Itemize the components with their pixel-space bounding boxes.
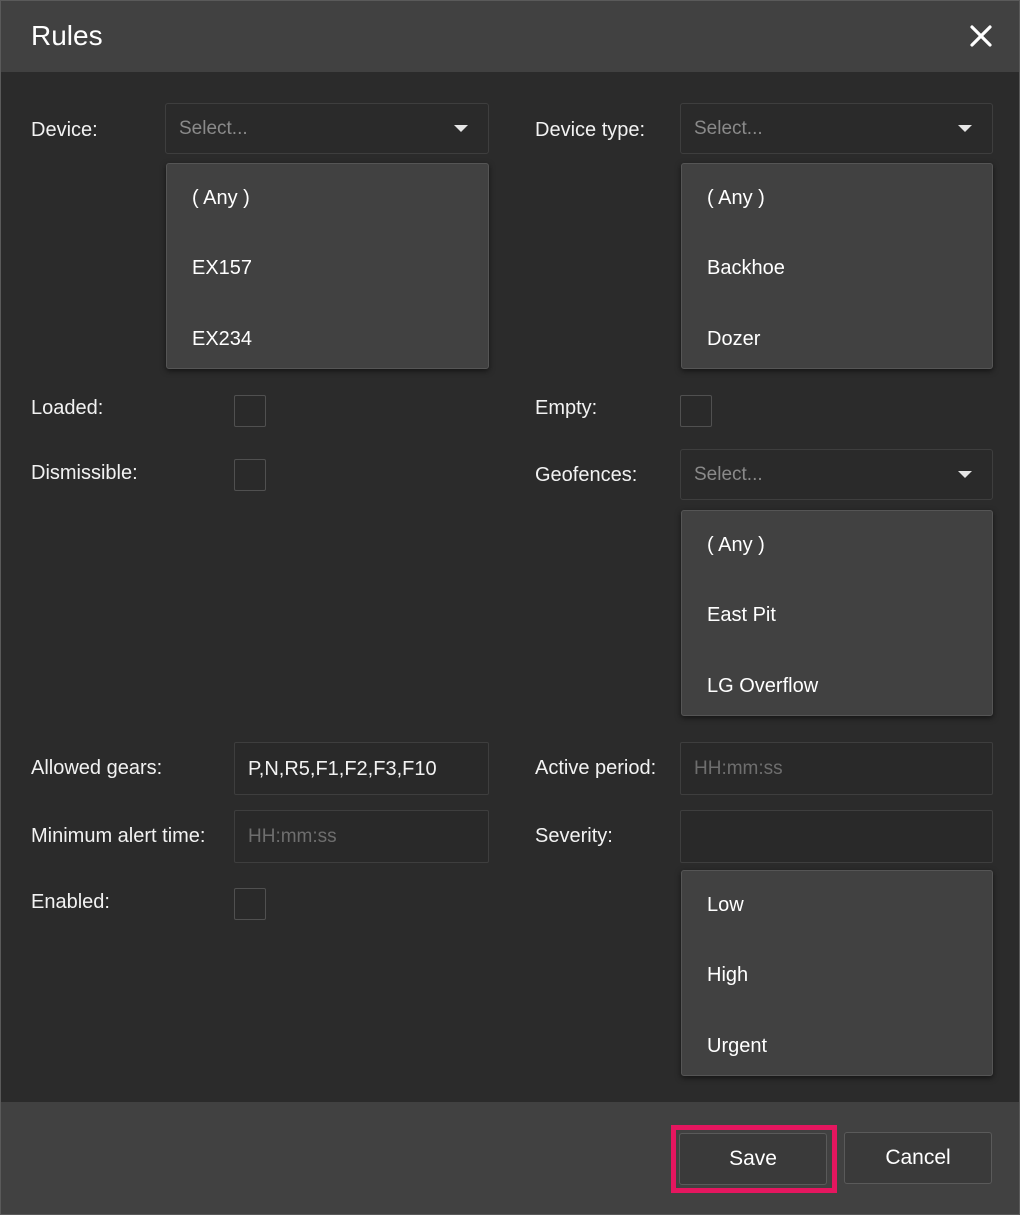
device-type-select[interactable]: Select...: [680, 103, 993, 154]
active-period-input[interactable]: HH:mm:ss: [680, 742, 993, 795]
severity-option-urgent[interactable]: Urgent: [682, 1012, 992, 1082]
device-select[interactable]: Select...: [165, 103, 489, 154]
allowed-gears-input[interactable]: P,N,R5,F1,F2,F3,F10: [234, 742, 489, 795]
device-option-ex157[interactable]: EX157: [167, 234, 488, 304]
dialog-title: Rules: [31, 20, 103, 51]
geofences-select-placeholder: Select...: [694, 464, 763, 485]
minimum-alert-time-input[interactable]: HH:mm:ss: [234, 810, 489, 863]
device-option-any[interactable]: ( Any ): [167, 164, 488, 234]
geofences-option-any[interactable]: ( Any ): [682, 511, 992, 581]
active-period-label: Active period:: [535, 757, 657, 779]
loaded-checkbox[interactable]: [234, 395, 266, 427]
allowed-gears-label: Allowed gears:: [31, 757, 163, 779]
severity-select[interactable]: [680, 810, 993, 863]
enabled-label: Enabled:: [31, 891, 110, 913]
severity-option-low[interactable]: Low: [682, 871, 992, 941]
geofences-select[interactable]: Select...: [680, 449, 993, 500]
close-icon[interactable]: [965, 20, 997, 52]
geofences-option-lg-overflow[interactable]: LG Overflow: [682, 652, 992, 722]
geofences-dropdown: ( Any ) East Pit LG Overflow: [681, 510, 993, 716]
active-period-placeholder: HH:mm:ss: [694, 758, 783, 779]
device-option-ex234[interactable]: EX234: [167, 305, 488, 375]
dismissible-checkbox[interactable]: [234, 459, 266, 491]
save-button-highlight: [671, 1125, 837, 1193]
rules-dialog: Rules Device: Select... ( Any ) EX157 EX…: [0, 0, 1020, 1215]
device-type-option-backhoe[interactable]: Backhoe: [682, 234, 992, 304]
minimum-alert-time-placeholder: HH:mm:ss: [248, 826, 337, 847]
device-select-placeholder: Select...: [179, 118, 248, 139]
allowed-gears-value: P,N,R5,F1,F2,F3,F10: [248, 758, 437, 780]
caret-down-icon: [958, 471, 972, 478]
loaded-label: Loaded:: [31, 397, 104, 419]
device-type-dropdown: ( Any ) Backhoe Dozer: [681, 163, 993, 369]
geofences-option-east-pit[interactable]: East Pit: [682, 581, 992, 651]
enabled-checkbox[interactable]: [234, 888, 266, 920]
dismissible-label: Dismissible:: [31, 462, 138, 484]
device-type-select-placeholder: Select...: [694, 118, 763, 139]
empty-checkbox[interactable]: [680, 395, 712, 427]
dialog-header: Rules: [1, 1, 1019, 72]
device-type-option-any[interactable]: ( Any ): [682, 164, 992, 234]
device-type-label: Device type:: [535, 119, 646, 141]
severity-option-high[interactable]: High: [682, 941, 992, 1011]
minimum-alert-time-label: Minimum alert time:: [31, 825, 206, 847]
device-dropdown: ( Any ) EX157 EX234: [166, 163, 489, 369]
caret-down-icon: [958, 125, 972, 132]
severity-label: Severity:: [535, 825, 613, 847]
empty-label: Empty:: [535, 397, 598, 419]
device-label: Device:: [31, 119, 98, 141]
caret-down-icon: [454, 125, 468, 132]
cancel-button[interactable]: Cancel: [844, 1132, 992, 1184]
severity-dropdown: Low High Urgent: [681, 870, 993, 1076]
geofences-label: Geofences:: [535, 464, 638, 486]
device-type-option-dozer[interactable]: Dozer: [682, 305, 992, 375]
